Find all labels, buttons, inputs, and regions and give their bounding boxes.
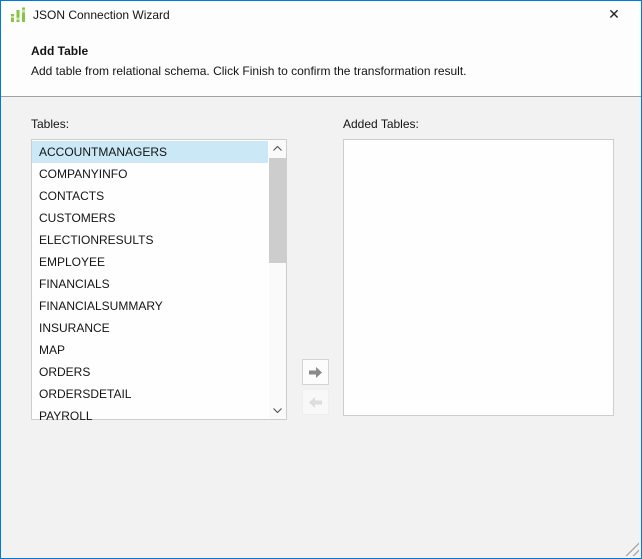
table-name: CONTACTS [39,189,105,203]
app-icon [10,7,26,23]
chevron-down-icon [273,408,282,413]
close-button[interactable]: ✕ [597,1,631,28]
table-list-item[interactable]: MAP [32,339,268,361]
scroll-down-button[interactable] [269,402,286,419]
step-description: Add table from relational schema. Click … [31,64,467,78]
table-list-item[interactable]: FINANCIALS [32,273,268,295]
table-list-item[interactable]: COMPANYINFO [32,163,268,185]
table-name: FINANCIALS [39,277,110,291]
table-list-item[interactable]: ACCOUNTMANAGERS [32,141,268,163]
table-list-item[interactable]: EMPLOYEE [32,251,268,273]
right-arrow-icon [309,366,322,378]
left-arrow-icon [309,396,322,408]
table-list-item[interactable]: CONTACTS [32,185,268,207]
window-title: JSON Connection Wizard [33,8,170,22]
table-list-item[interactable]: INSURANCE [32,317,268,339]
table-name: ORDERSDETAIL [39,387,132,401]
scrollbar-thumb[interactable] [269,158,286,263]
table-name: ACCOUNTMANAGERS [39,145,168,159]
tables-list: ACCOUNTMANAGERS COMPANYINFO CONTACTS CUS… [32,141,268,427]
table-list-item[interactable]: ORDERSDETAIL [32,383,268,405]
tables-listbox[interactable]: ACCOUNTMANAGERS COMPANYINFO CONTACTS CUS… [31,139,287,423]
table-name: EMPLOYEE [39,255,106,269]
table-name: PAYROLL [39,409,93,423]
added-tables-label: Added Tables: [343,117,419,131]
table-name: MAP [39,343,66,357]
table-list-item[interactable]: ELECTIONRESULTS [32,229,268,251]
close-icon: ✕ [608,6,620,22]
json-connection-wizard-window: JSON Connection Wizard ✕ Add Table Add t… [0,0,642,559]
table-list-item[interactable]: FINANCIALSUMMARY [32,295,268,317]
remove-table-button[interactable] [302,389,329,415]
step-title: Add Table [31,44,89,58]
table-name: COMPANYINFO [39,167,128,181]
scroll-up-button[interactable] [269,140,286,157]
table-list-item[interactable]: ORDERS [32,361,268,383]
resize-grip[interactable] [625,542,639,556]
table-name: FINANCIALSUMMARY [39,299,163,313]
chevron-up-icon [273,146,282,151]
table-name: CUSTOMERS [39,211,116,225]
table-list-item[interactable]: CUSTOMERS [32,207,268,229]
content-area: Tables: Added Tables: ACCOUNTMANAGERS CO… [1,97,641,558]
table-name: INSURANCE [39,321,110,335]
table-name: ORDERS [39,365,91,379]
table-list-item[interactable]: PAYROLL [32,405,268,427]
added-tables-listbox[interactable] [343,139,614,416]
tables-label: Tables: [31,117,70,131]
table-name: ELECTIONRESULTS [39,233,154,247]
add-table-button[interactable] [302,359,329,385]
tables-scrollbar[interactable] [269,140,286,419]
title-bar[interactable]: JSON Connection Wizard ✕ [1,1,641,29]
